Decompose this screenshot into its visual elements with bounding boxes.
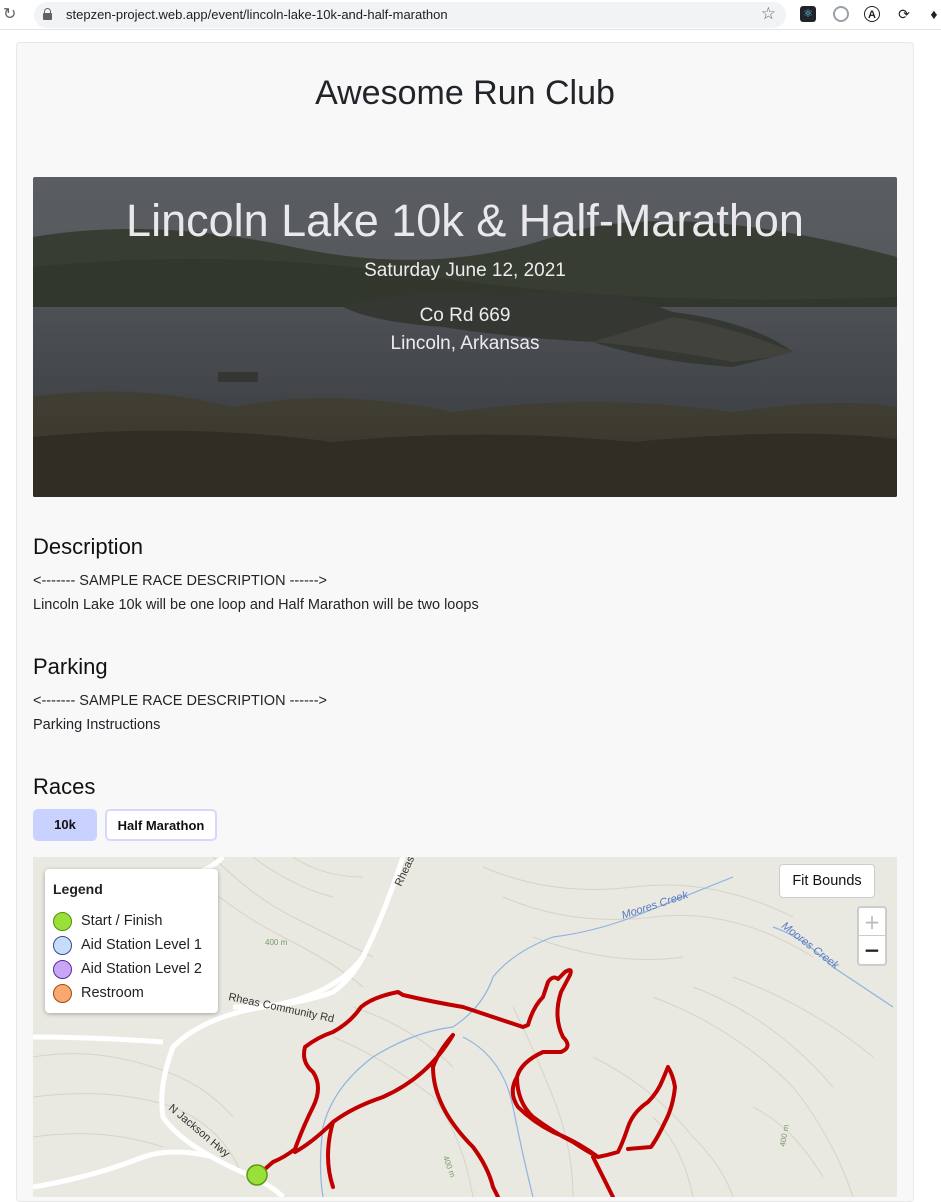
description-line1: <------- SAMPLE RACE DESCRIPTION ------> <box>33 573 328 589</box>
sync-icon[interactable]: ⟳ <box>896 6 912 22</box>
zoom-out-button[interactable]: − <box>859 936 885 964</box>
legend-title: Legend <box>53 881 103 897</box>
race-tab-10k[interactable]: 10k <box>33 809 97 841</box>
zoom-control: + − <box>857 906 887 966</box>
extension-circle-icon[interactable] <box>833 6 849 22</box>
course-map[interactable]: Moores Creek Moores Creek Rheas Communit… <box>33 857 897 1197</box>
contour-label-3: 400 m <box>778 1124 791 1148</box>
extension-a-icon[interactable]: A <box>864 6 880 22</box>
event-hero-banner: Lincoln Lake 10k & Half-Marathon Saturda… <box>33 177 897 497</box>
moores-creek-label-2: Moores Creek <box>779 920 841 972</box>
parking-line1: <------- SAMPLE RACE DESCRIPTION ------> <box>33 693 328 709</box>
url-text: stepzen-project.web.app/event/lincoln-la… <box>66 7 448 22</box>
event-address-line1: Co Rd 669 <box>419 305 511 326</box>
creeks <box>319 876 894 1197</box>
aid-station-2-dot <box>53 960 72 979</box>
lock-icon <box>43 8 52 20</box>
browser-toolbar: ↻ stepzen-project.web.app/event/lincoln-… <box>0 0 941 30</box>
parking-heading: Parking <box>33 654 108 679</box>
contour-label-1: 400 m <box>265 938 288 947</box>
zoom-in-button[interactable]: + <box>859 908 885 936</box>
start-finish-dot <box>53 912 72 931</box>
parking-line2: Parking Instructions <box>33 717 161 733</box>
map-legend: Legend Start / Finish Aid Station Level … <box>45 869 218 1013</box>
aid-station-1-dot <box>53 936 72 955</box>
description-line2: Lincoln Lake 10k will be one loop and Ha… <box>33 597 479 613</box>
contour-label-2: 400 m <box>441 1155 457 1179</box>
race-tab-half-marathon[interactable]: Half Marathon <box>105 809 217 841</box>
event-title: Lincoln Lake 10k & Half-Marathon <box>126 195 804 246</box>
event-address-line2: Lincoln, Arkansas <box>390 333 540 354</box>
reload-icon[interactable]: ↻ <box>3 5 21 23</box>
star-icon[interactable]: ☆ <box>761 4 776 24</box>
extensions-puzzle-icon[interactable]: ♦ <box>926 6 941 22</box>
react-devtools-icon[interactable]: ⚛ <box>800 6 816 22</box>
restroom-dot <box>53 984 72 1003</box>
fit-bounds-button[interactable]: Fit Bounds <box>779 864 875 898</box>
description-heading: Description <box>33 534 144 559</box>
event-date: Saturday June 12, 2021 <box>364 260 566 281</box>
start-finish-marker <box>246 1164 268 1186</box>
club-title: Awesome Run Club <box>315 74 615 112</box>
address-bar[interactable]: stepzen-project.web.app/event/lincoln-la… <box>34 2 786 28</box>
races-heading: Races <box>33 774 96 799</box>
